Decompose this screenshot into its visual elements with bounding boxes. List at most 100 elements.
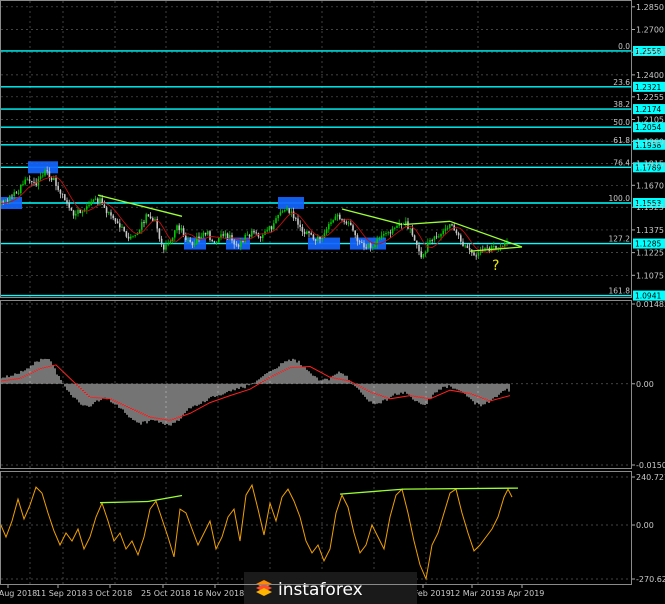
candle-body — [251, 230, 253, 237]
macd-histogram-bar — [84, 383, 86, 406]
fib-level-percent: 127.2 — [609, 235, 631, 244]
macd-histogram-bar — [478, 383, 480, 405]
candle-body — [114, 218, 117, 222]
candle-body — [442, 230, 444, 235]
macd-histogram-bar — [280, 363, 282, 384]
macd-histogram-bar — [368, 383, 370, 402]
macd-histogram-bar — [302, 367, 304, 384]
macd-histogram-bar — [338, 371, 340, 384]
macd-histogram-bar — [378, 383, 380, 404]
macd-histogram-bar — [366, 383, 368, 400]
price-axis-tick-label: 1.1815 — [636, 159, 664, 168]
candle-body — [435, 236, 438, 238]
macd-histogram-bar — [182, 383, 184, 415]
candle-body — [468, 248, 471, 250]
candle-body — [248, 234, 251, 237]
candle-body — [365, 247, 367, 249]
macd-histogram-bar — [278, 366, 280, 384]
candle-body — [444, 228, 447, 231]
question-mark-annotation: ? — [492, 258, 499, 274]
macd-histogram-bar — [476, 383, 478, 403]
price-axis-tick-label: 1.1960 — [636, 137, 664, 146]
macd-histogram-bar — [130, 383, 132, 418]
time-axis-label: 3 Apr 2019 — [500, 589, 544, 598]
candle-body — [204, 232, 207, 235]
candle-body — [277, 214, 279, 219]
macd-histogram-bar — [232, 383, 234, 390]
macd-histogram-bar — [422, 383, 424, 405]
candle-body — [123, 226, 125, 232]
macd-histogram-bar — [466, 383, 468, 397]
macd-histogram-bar — [166, 383, 168, 425]
macd-histogram-bar — [206, 383, 208, 401]
macd-histogram-bar — [190, 383, 192, 409]
macd-histogram-bar — [468, 383, 470, 398]
macd-histogram-bar — [176, 383, 178, 421]
macd-histogram-bar — [200, 383, 202, 404]
candle-body — [475, 255, 477, 257]
candle-body — [462, 241, 464, 247]
candle-body — [301, 227, 304, 232]
macd-histogram-bar — [328, 380, 330, 384]
macd-histogram-bar — [214, 383, 216, 397]
time-axis-label: 25 Oct 2018 — [141, 589, 190, 598]
candle-body — [169, 241, 172, 244]
candle-body — [246, 234, 249, 236]
macd-histogram-bar — [482, 383, 484, 405]
candle-body — [383, 234, 385, 236]
candle-body — [64, 194, 66, 201]
candle-body — [380, 235, 383, 238]
price-axis-tick-label: 1.2850 — [636, 3, 664, 12]
candle-body — [387, 232, 389, 234]
macd-histogram-bar — [496, 383, 498, 398]
fib-level-percent: 161.8 — [609, 287, 631, 296]
candle-body — [389, 232, 392, 234]
macd-histogram-bar — [276, 368, 278, 384]
macd-histogram-bar — [146, 383, 148, 424]
macd-histogram-bar — [246, 383, 248, 385]
macd-histogram-bar — [62, 383, 64, 384]
macd-histogram-bar — [442, 383, 444, 387]
candle-body — [121, 226, 123, 228]
candle-body — [143, 222, 145, 224]
macd-histogram-bar — [196, 383, 198, 406]
candle-body — [92, 199, 95, 202]
macd-histogram-bar — [42, 359, 44, 384]
macd-histogram-bar — [310, 373, 312, 384]
candle-body — [55, 177, 57, 186]
candle-body — [378, 237, 381, 240]
candle-body — [61, 193, 64, 195]
fib-level-price: 1.1285 — [635, 240, 661, 249]
candle-body — [422, 253, 425, 258]
macd-histogram-bar — [506, 383, 508, 389]
macd-histogram-bar — [188, 383, 190, 409]
macd-histogram-bar — [460, 383, 462, 392]
macd-histogram-bar — [134, 383, 136, 421]
candle-body — [312, 234, 315, 240]
macd-histogram-bar — [470, 383, 472, 400]
macd-histogram-bar — [30, 365, 32, 384]
candle-body — [141, 222, 143, 230]
macd-histogram-bar — [438, 383, 440, 390]
candle-body — [22, 184, 24, 185]
candle-body — [167, 243, 169, 245]
candle-body — [6, 200, 9, 202]
candle-body — [224, 233, 227, 236]
macd-histogram-bar — [416, 383, 418, 402]
candle-body — [207, 231, 209, 235]
candle-body — [242, 241, 244, 243]
candle-body — [367, 243, 370, 249]
macd-histogram-bar — [426, 383, 428, 405]
macd-histogram-bar — [108, 383, 110, 399]
candle-body — [396, 225, 398, 228]
candle-body — [53, 177, 55, 181]
candle-body — [178, 225, 180, 231]
macd-histogram-bar — [350, 382, 352, 384]
candle-body — [44, 170, 46, 176]
macd-histogram-bar — [152, 383, 154, 421]
candle-body — [130, 236, 132, 239]
macd-histogram-bar — [454, 383, 456, 389]
macd-histogram-bar — [212, 383, 214, 397]
candle-body — [9, 195, 11, 202]
macd-histogram-bar — [428, 383, 430, 400]
